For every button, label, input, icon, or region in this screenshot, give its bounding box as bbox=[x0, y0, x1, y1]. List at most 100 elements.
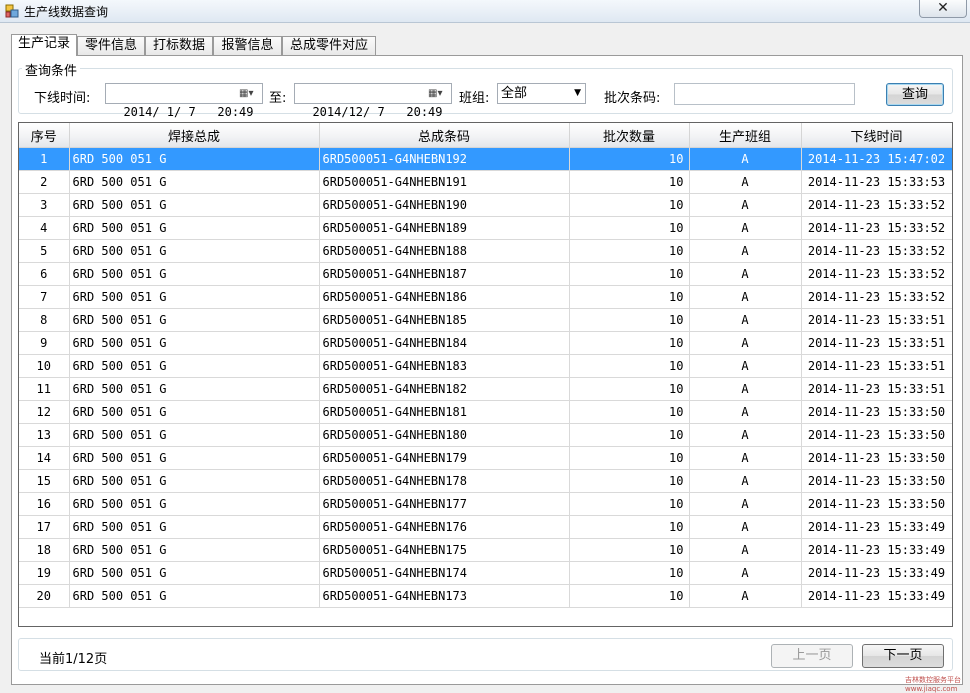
column-header-production-shift[interactable]: 生产班组 bbox=[689, 123, 802, 148]
cell-welded-assembly: 6RD 500 051 G bbox=[69, 308, 320, 332]
table-row[interactable]: 12 6RD 500 051 G 6RD500051-G4NHEBN181 10 A 20… bbox=[19, 400, 952, 424]
cell-production-shift: A bbox=[689, 354, 802, 378]
tab-marking-data[interactable]: 打标数据 bbox=[145, 36, 213, 55]
cell-welded-assembly: 6RD 500 051 G bbox=[69, 584, 320, 608]
tab-production-record[interactable]: 生产记录 bbox=[11, 34, 77, 56]
cell-welded-assembly: 6RD 500 051 G bbox=[69, 423, 320, 447]
table-row[interactable]: 16 6RD 500 051 G 6RD500051-G4NHEBN177 10 A 20… bbox=[19, 492, 952, 516]
cell-offline-time: 2014-11-23 15:33:49 bbox=[801, 584, 952, 608]
cell-index: 20 bbox=[19, 584, 70, 608]
table-row[interactable]: 2 6RD 500 051 G 6RD500051-G4NHEBN191 10 A 201… bbox=[19, 170, 952, 194]
cell-assembly-barcode: 6RD500051-G4NHEBN181 bbox=[319, 400, 570, 424]
column-header-welded-assembly[interactable]: 焊接总成 bbox=[69, 123, 320, 148]
table-row[interactable]: 5 6RD 500 051 G 6RD500051-G4NHEBN188 10 A 201… bbox=[19, 239, 952, 263]
cell-welded-assembly: 6RD 500 051 G bbox=[69, 354, 320, 378]
shift-select[interactable]: 全部 ▼ bbox=[497, 83, 586, 104]
table-row[interactable]: 11 6RD 500 051 G 6RD500051-G4NHEBN182 10 A 20… bbox=[19, 377, 952, 401]
batch-code-label: 批次条码: bbox=[604, 91, 661, 106]
table-row[interactable]: 4 6RD 500 051 G 6RD500051-G4NHEBN189 10 A 201… bbox=[19, 216, 952, 240]
cell-offline-time: 2014-11-23 15:33:49 bbox=[801, 561, 952, 585]
cell-welded-assembly: 6RD 500 051 G bbox=[69, 492, 320, 516]
cell-welded-assembly: 6RD 500 051 G bbox=[69, 538, 320, 562]
cell-production-shift: A bbox=[689, 377, 802, 401]
table-row[interactable]: 1 6RD 500 051 G 6RD500051-G4NHEBN192 10 A 201… bbox=[19, 147, 952, 171]
page-indicator: 当前1/12页 bbox=[39, 652, 108, 667]
table-row[interactable]: 6 6RD 500 051 G 6RD500051-G4NHEBN187 10 A 201… bbox=[19, 262, 952, 286]
batch-code-input[interactable] bbox=[674, 83, 855, 105]
cell-index: 5 bbox=[19, 239, 70, 263]
table-row[interactable]: 20 6RD 500 051 G 6RD500051-G4NHEBN173 10 A 20… bbox=[19, 584, 952, 608]
cell-welded-assembly: 6RD 500 051 G bbox=[69, 561, 320, 585]
cell-welded-assembly: 6RD 500 051 G bbox=[69, 285, 320, 309]
table-row[interactable]: 10 6RD 500 051 G 6RD500051-G4NHEBN183 10 A 20… bbox=[19, 354, 952, 378]
cell-welded-assembly: 6RD 500 051 G bbox=[69, 515, 320, 539]
cell-welded-assembly: 6RD 500 051 G bbox=[69, 400, 320, 424]
end-time-picker[interactable]: 2014/12/ 7 20:49 ▦▾ bbox=[294, 83, 452, 119]
cell-production-shift: A bbox=[689, 400, 802, 424]
cell-offline-time: 2014-11-23 15:33:51 bbox=[801, 331, 952, 355]
cell-welded-assembly: 6RD 500 051 G bbox=[69, 147, 320, 171]
cell-production-shift: A bbox=[689, 446, 802, 470]
cell-assembly-barcode: 6RD500051-G4NHEBN182 bbox=[319, 377, 570, 401]
cell-offline-time: 2014-11-23 15:33:51 bbox=[801, 377, 952, 401]
column-header-index[interactable]: 序号 bbox=[19, 123, 70, 148]
cell-batch-quantity: 10 bbox=[569, 285, 690, 309]
calendar-dropdown-icon[interactable]: ▦▾ bbox=[428, 87, 448, 100]
prev-page-button[interactable]: 上一页 bbox=[771, 644, 853, 668]
shift-select-value: 全部 bbox=[501, 86, 528, 101]
cell-index: 11 bbox=[19, 377, 70, 401]
column-header-batch-quantity[interactable]: 批次数量 bbox=[569, 123, 690, 148]
cell-assembly-barcode: 6RD500051-G4NHEBN176 bbox=[319, 515, 570, 539]
cell-offline-time: 2014-11-23 15:33:51 bbox=[801, 354, 952, 378]
cell-batch-quantity: 10 bbox=[569, 400, 690, 424]
cell-production-shift: A bbox=[689, 423, 802, 447]
table-row[interactable]: 18 6RD 500 051 G 6RD500051-G4NHEBN175 10 A 20… bbox=[19, 538, 952, 562]
cell-production-shift: A bbox=[689, 170, 802, 194]
cell-offline-time: 2014-11-23 15:33:52 bbox=[801, 239, 952, 263]
next-page-button[interactable]: 下一页 bbox=[862, 644, 944, 668]
cell-production-shift: A bbox=[689, 492, 802, 516]
cell-batch-quantity: 10 bbox=[569, 538, 690, 562]
cell-offline-time: 2014-11-23 15:33:50 bbox=[801, 446, 952, 470]
cell-index: 19 bbox=[19, 561, 70, 585]
cell-production-shift: A bbox=[689, 469, 802, 493]
cell-production-shift: A bbox=[689, 216, 802, 240]
cell-index: 8 bbox=[19, 308, 70, 332]
cell-assembly-barcode: 6RD500051-G4NHEBN184 bbox=[319, 331, 570, 355]
table-row[interactable]: 8 6RD 500 051 G 6RD500051-G4NHEBN185 10 A 201… bbox=[19, 308, 952, 332]
cell-assembly-barcode: 6RD500051-G4NHEBN179 bbox=[319, 446, 570, 470]
table-row[interactable]: 3 6RD 500 051 G 6RD500051-G4NHEBN190 10 A 201… bbox=[19, 193, 952, 217]
cell-production-shift: A bbox=[689, 331, 802, 355]
tab-assembly-part-mapping[interactable]: 总成零件对应 bbox=[282, 36, 376, 55]
table-row[interactable]: 14 6RD 500 051 G 6RD500051-G4NHEBN179 10 A 20… bbox=[19, 446, 952, 470]
search-button[interactable]: 查询 bbox=[886, 83, 944, 106]
table-row[interactable]: 7 6RD 500 051 G 6RD500051-G4NHEBN186 10 A 201… bbox=[19, 285, 952, 309]
watermark-text: 吉林数控服务平台 www.jiaqc.com bbox=[905, 676, 961, 693]
cell-index: 12 bbox=[19, 400, 70, 424]
table-row[interactable]: 19 6RD 500 051 G 6RD500051-G4NHEBN174 10 A 20… bbox=[19, 561, 952, 585]
production-record-grid[interactable]: 序号 焊接总成 总成条码 批次数量 生产班组 下线时间 1 6RD 500 051… bbox=[18, 122, 953, 627]
tab-alarm-info[interactable]: 报警信息 bbox=[213, 36, 282, 55]
cell-welded-assembly: 6RD 500 051 G bbox=[69, 239, 320, 263]
calendar-dropdown-icon[interactable]: ▦▾ bbox=[239, 87, 259, 100]
tab-part-info[interactable]: 零件信息 bbox=[77, 36, 145, 55]
cell-offline-time: 2014-11-23 15:33:50 bbox=[801, 400, 952, 424]
column-header-assembly-barcode[interactable]: 总成条码 bbox=[319, 123, 570, 148]
cell-batch-quantity: 10 bbox=[569, 170, 690, 194]
cell-index: 6 bbox=[19, 262, 70, 286]
cell-index: 4 bbox=[19, 216, 70, 240]
cell-index: 9 bbox=[19, 331, 70, 355]
cell-production-shift: A bbox=[689, 584, 802, 608]
table-row[interactable]: 15 6RD 500 051 G 6RD500051-G4NHEBN178 10 A 20… bbox=[19, 469, 952, 493]
table-row[interactable]: 13 6RD 500 051 G 6RD500051-G4NHEBN180 10 A 20… bbox=[19, 423, 952, 447]
title-bar: 生产线数据查询 ✕ bbox=[0, 0, 970, 23]
end-time-value: 2014/12/ 7 20:49 bbox=[312, 105, 443, 119]
cell-production-shift: A bbox=[689, 262, 802, 286]
start-time-picker[interactable]: 2014/ 1/ 7 20:49 ▦▾ bbox=[105, 83, 263, 119]
column-header-offline-time[interactable]: 下线时间 bbox=[801, 123, 952, 148]
close-button[interactable]: ✕ bbox=[919, 0, 967, 18]
cell-index: 2 bbox=[19, 170, 70, 194]
table-row[interactable]: 9 6RD 500 051 G 6RD500051-G4NHEBN184 10 A 201… bbox=[19, 331, 952, 355]
cell-assembly-barcode: 6RD500051-G4NHEBN173 bbox=[319, 584, 570, 608]
table-row[interactable]: 17 6RD 500 051 G 6RD500051-G4NHEBN176 10 A 20… bbox=[19, 515, 952, 539]
